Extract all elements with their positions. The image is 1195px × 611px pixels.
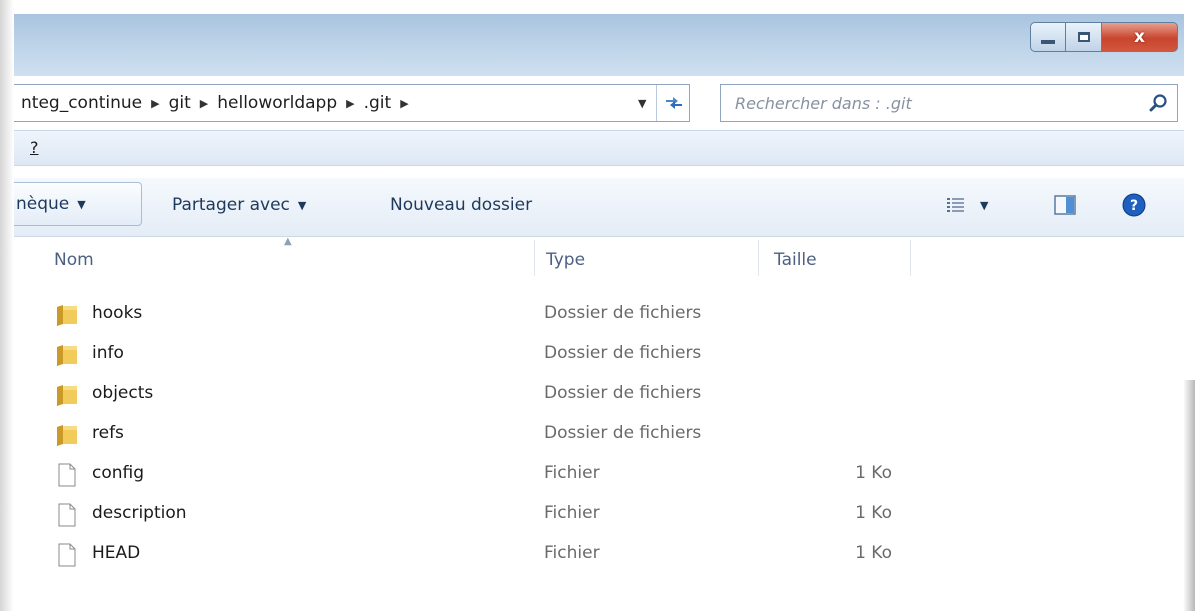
search-box[interactable]: Rechercher dans : .git xyxy=(720,84,1178,122)
column-header-type[interactable]: Type xyxy=(546,250,585,270)
breadcrumb-label: git xyxy=(168,93,191,113)
minimize-icon xyxy=(1041,39,1055,44)
search-icon[interactable] xyxy=(1149,93,1169,113)
file-type: Fichier xyxy=(544,543,600,563)
folder-icon xyxy=(54,302,80,332)
column-header-size[interactable]: Taille xyxy=(774,250,817,270)
command-bar: nèque ▼ Partager avec ▼ Nouveau dossier … xyxy=(14,178,1184,237)
chevron-down-icon: ▼ xyxy=(77,197,86,211)
menu-item-help[interactable]: ? xyxy=(30,138,39,157)
column-header-row: ▲ Nom Type Taille xyxy=(14,236,1184,288)
new-folder-button[interactable]: Nouveau dossier xyxy=(390,183,532,227)
maximize-button[interactable] xyxy=(1066,22,1102,52)
close-icon: x xyxy=(1134,27,1145,47)
search-input[interactable]: Rechercher dans : .git xyxy=(735,94,912,113)
file-type: Dossier de fichiers xyxy=(544,383,702,403)
file-type: Dossier de fichiers xyxy=(544,303,702,323)
address-bar[interactable]: nteg_continue ▶ git ▶ helloworldapp ▶ .g… xyxy=(14,84,690,122)
file-name: HEAD xyxy=(92,543,141,563)
breadcrumb-item[interactable]: nteg_continue ▶ xyxy=(14,93,160,113)
breadcrumb-item[interactable]: git ▶ xyxy=(160,93,209,113)
chevron-down-icon: ▼ xyxy=(297,198,307,212)
view-details-icon xyxy=(947,198,964,212)
new-folder-label: Nouveau dossier xyxy=(390,195,533,215)
column-header-name[interactable]: Nom xyxy=(54,250,94,270)
file-type: Fichier xyxy=(544,463,600,483)
include-in-library-button[interactable]: nèque ▼ xyxy=(14,182,142,226)
list-item[interactable]: HEAD Fichier 1 Ko xyxy=(14,536,1184,576)
close-button[interactable]: x xyxy=(1102,22,1178,52)
file-name: config xyxy=(92,463,145,483)
refresh-icon xyxy=(666,97,682,109)
breadcrumb-separator-icon[interactable]: ▶ xyxy=(151,97,159,110)
list-item[interactable]: info Dossier de fichiers xyxy=(14,336,1184,376)
file-icon xyxy=(54,502,80,532)
refresh-button[interactable] xyxy=(656,85,691,121)
file-size: 1 Ko xyxy=(855,503,892,523)
preview-pane-button[interactable] xyxy=(1054,183,1076,227)
share-with-button[interactable]: Partager avec ▼ xyxy=(172,183,306,227)
help-button[interactable]: ? xyxy=(1122,183,1146,227)
file-icon xyxy=(54,462,80,492)
title-bar[interactable]: x xyxy=(14,14,1184,76)
breadcrumb-label: nteg_continue xyxy=(21,93,143,113)
breadcrumb-separator-icon[interactable]: ▶ xyxy=(400,97,408,110)
file-name: objects xyxy=(92,383,154,403)
list-item[interactable]: refs Dossier de fichiers xyxy=(14,416,1184,456)
share-with-label: Partager avec xyxy=(172,195,290,215)
minimize-button[interactable] xyxy=(1030,22,1066,52)
list-item[interactable]: description Fichier 1 Ko xyxy=(14,496,1184,536)
preview-pane-icon xyxy=(1054,195,1076,215)
address-history-dropdown-icon[interactable]: ▼ xyxy=(638,97,646,110)
file-name: refs xyxy=(92,423,124,443)
breadcrumb-item[interactable]: .git ▶ xyxy=(355,93,409,113)
svg-text:?: ? xyxy=(1130,198,1138,214)
file-size: 1 Ko xyxy=(855,543,892,563)
change-view-button[interactable]: ▼ xyxy=(946,183,988,227)
folder-icon xyxy=(54,382,80,412)
file-name: info xyxy=(92,343,124,363)
file-size: 1 Ko xyxy=(855,463,892,483)
screenshot-right-edge xyxy=(1183,380,1195,611)
file-type: Dossier de fichiers xyxy=(544,423,702,443)
file-name: description xyxy=(92,503,187,523)
screenshot-left-edge xyxy=(0,0,14,611)
file-type: Dossier de fichiers xyxy=(544,343,702,363)
maximize-icon xyxy=(1077,32,1090,42)
sort-ascending-icon: ▲ xyxy=(284,236,292,247)
list-item[interactable]: config Fichier 1 Ko xyxy=(14,456,1184,496)
column-divider[interactable] xyxy=(910,240,911,276)
menu-bar: ? xyxy=(14,130,1184,166)
caption-buttons: x xyxy=(1030,22,1178,52)
file-name: hooks xyxy=(92,303,143,323)
include-in-library-label: nèque xyxy=(16,194,70,214)
breadcrumb-separator-icon[interactable]: ▶ xyxy=(346,97,354,110)
folder-icon xyxy=(54,422,80,452)
explorer-window: x nteg_continue ▶ git ▶ helloworldapp ▶ … xyxy=(14,14,1184,604)
breadcrumb-label: helloworldapp xyxy=(217,93,338,113)
breadcrumb-label: .git xyxy=(363,93,392,113)
column-divider[interactable] xyxy=(534,240,535,276)
file-icon xyxy=(54,542,80,572)
list-item[interactable]: objects Dossier de fichiers xyxy=(14,376,1184,416)
column-divider[interactable] xyxy=(758,240,759,276)
chevron-down-icon[interactable]: ▼ xyxy=(980,199,988,212)
file-type: Fichier xyxy=(544,503,600,523)
help-icon: ? xyxy=(1122,193,1146,217)
list-item[interactable]: hooks Dossier de fichiers xyxy=(14,296,1184,336)
breadcrumb-item[interactable]: helloworldapp ▶ xyxy=(208,93,354,113)
breadcrumb-separator-icon[interactable]: ▶ xyxy=(200,97,208,110)
folder-icon xyxy=(54,342,80,372)
